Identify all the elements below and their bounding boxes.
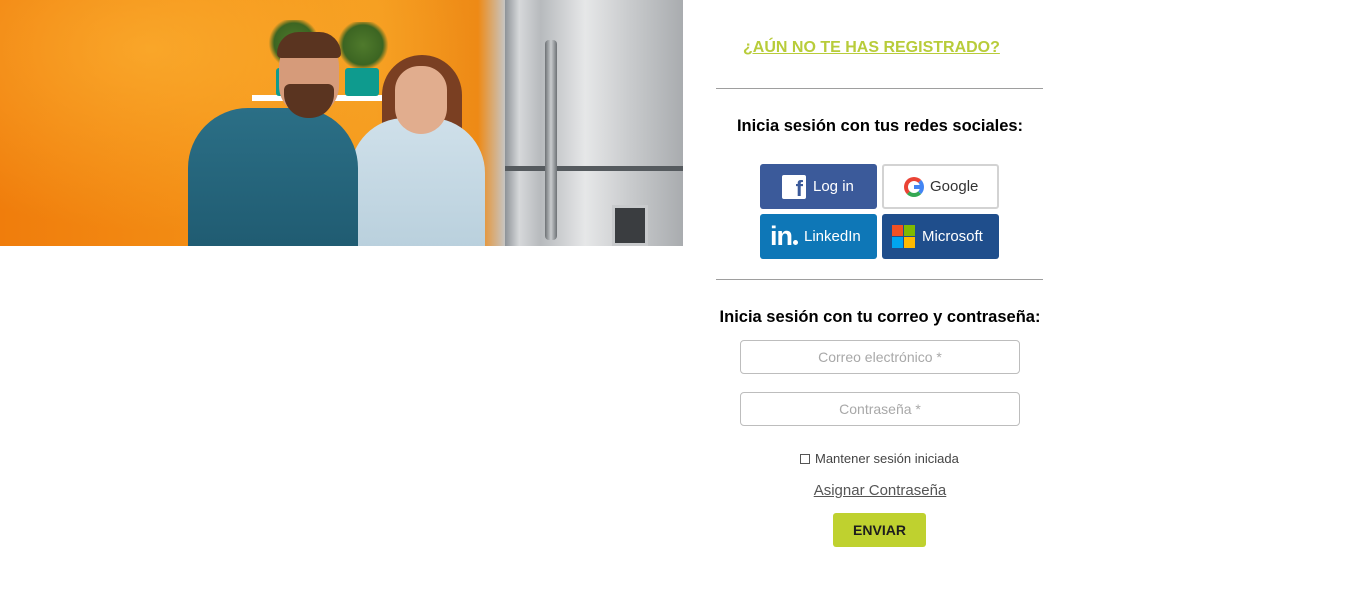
plant: [335, 22, 391, 68]
facebook-icon: f: [782, 174, 806, 199]
remember-me-checkbox[interactable]: [800, 453, 810, 464]
linkedin-login-label: LinkedIn: [804, 228, 861, 245]
man-hair: [277, 32, 341, 58]
man-figure: [188, 108, 358, 246]
email-field[interactable]: [740, 340, 1020, 374]
remember-me-option[interactable]: Mantener sesión iniciada: [800, 451, 959, 466]
assign-password-row: Asignar Contraseña: [660, 482, 1100, 499]
refrigerator-handle: [545, 40, 557, 240]
google-icon: [904, 176, 924, 197]
social-login-heading: Inicia sesión con tus redes sociales:: [736, 117, 1024, 135]
microsoft-login-label: Microsoft: [922, 228, 983, 245]
facebook-login-label: Log in: [813, 178, 854, 195]
linkedin-login-button[interactable]: in LinkedIn: [760, 214, 877, 259]
hero-photo: [0, 0, 683, 246]
refrigerator-door-gap: [505, 166, 683, 171]
email-login-heading: Inicia sesión con tu correo y contraseña…: [719, 308, 1041, 326]
woman-figure: [350, 118, 485, 246]
linkedin-icon: in: [770, 221, 798, 252]
divider: [716, 88, 1043, 89]
password-field[interactable]: [740, 392, 1020, 426]
plant-pot: [345, 68, 379, 96]
woman-face: [395, 66, 447, 134]
remember-me-label: Mantener sesión iniciada: [815, 451, 959, 466]
facebook-login-button[interactable]: f Log in: [760, 164, 877, 209]
assign-password-link[interactable]: Asignar Contraseña: [814, 482, 947, 499]
water-dispenser: [612, 205, 648, 246]
submit-button[interactable]: ENVIAR: [833, 513, 926, 547]
google-login-label: Google: [930, 178, 979, 195]
refrigerator: [505, 0, 683, 246]
google-login-button[interactable]: Google: [882, 164, 999, 209]
login-page: ¿AÚN NO TE HAS REGISTRADO? Inicia sesión…: [0, 0, 1366, 612]
microsoft-login-button[interactable]: Microsoft: [882, 214, 999, 259]
divider: [716, 279, 1043, 280]
microsoft-icon: [892, 225, 915, 248]
register-link[interactable]: ¿AÚN NO TE HAS REGISTRADO?: [743, 39, 1000, 57]
